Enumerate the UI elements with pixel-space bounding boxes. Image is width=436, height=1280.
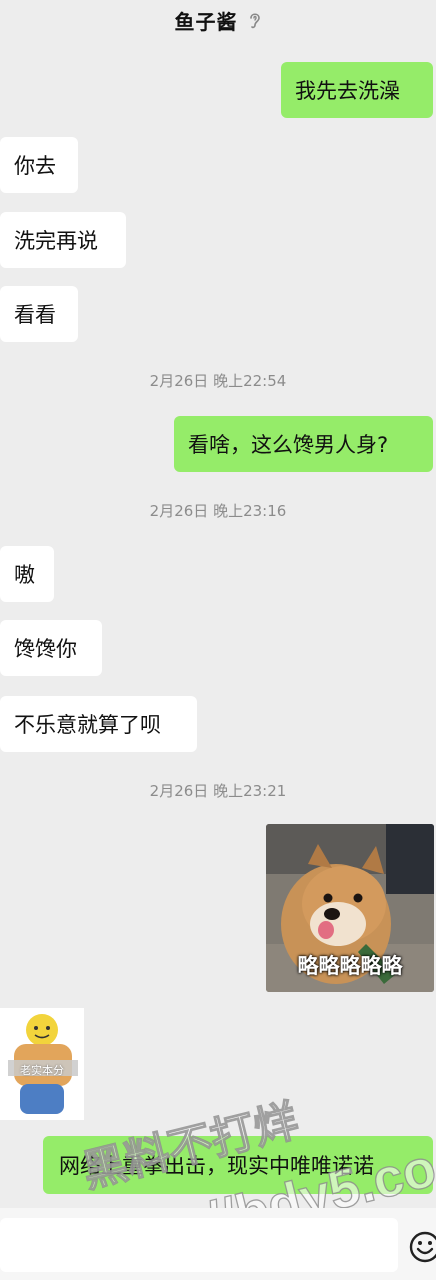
message-bubble-sent[interactable]: 网络上重拳出击，现实中唯唯诺诺 (43, 1136, 433, 1194)
message-text: 看看 (14, 303, 56, 327)
chat-header: 鱼子酱 (0, 0, 436, 40)
message-text: 嗷 (14, 563, 35, 587)
message-bubble-received[interactable]: 馋馋你 (0, 620, 102, 676)
bear-sticker[interactable]: 老实本分 (0, 1008, 84, 1120)
timestamp: 2月26日 晚上23:21 (149, 782, 287, 800)
input-bar (0, 1208, 436, 1280)
ear-icon (249, 13, 260, 29)
message-bubble-sent[interactable]: 我先去洗澡 (281, 62, 433, 118)
message-text: 洗完再说 (14, 229, 98, 253)
chat-title[interactable]: 鱼子酱 (175, 6, 238, 35)
message-text: 我先去洗澡 (295, 79, 400, 103)
message-bubble-received[interactable]: 你去 (0, 137, 78, 193)
message-bubble-sent[interactable]: 看啥，这么馋男人身? (174, 416, 433, 472)
message-text: 不乐意就算了呗 (14, 713, 161, 737)
message-text: 看啥，这么馋男人身? (188, 433, 389, 457)
timestamp: 2月26日 晚上22:54 (149, 372, 287, 390)
message-bubble-received[interactable]: 洗完再说 (0, 212, 126, 268)
emoji-icon[interactable] (408, 1230, 436, 1264)
dog-sticker-caption: 略略略略略 (297, 954, 403, 978)
timestamp: 2月26日 晚上23:16 (149, 502, 287, 520)
message-bubble-received[interactable]: 看看 (0, 286, 78, 342)
message-bubble-received[interactable]: 不乐意就算了呗 (0, 696, 197, 752)
message-input[interactable] (0, 1218, 398, 1272)
message-text: 网络上重拳出击，现实中唯唯诺诺 (59, 1154, 374, 1178)
message-text: 馋馋你 (14, 637, 77, 661)
message-bubble-received[interactable]: 嗷 (0, 546, 54, 602)
dog-sticker[interactable]: 略略略略略 (266, 824, 434, 992)
message-text: 你去 (14, 154, 56, 178)
bear-sticker-caption: 老实本分 (20, 1064, 64, 1077)
